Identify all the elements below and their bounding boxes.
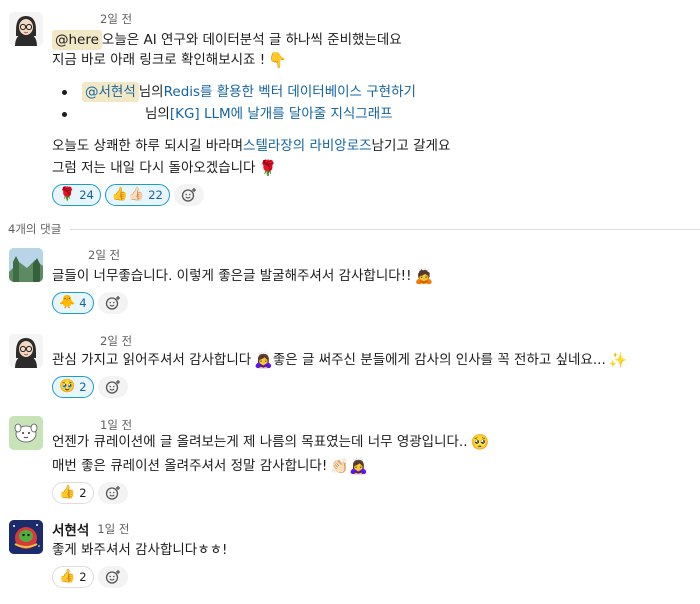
- reaction-count: 22: [148, 188, 163, 202]
- message-text: 글들이 너무좋습니다. 이렇게 좋은글 발굴해주셔서 감사합니다!!: [52, 268, 412, 284]
- rose-emoji: 🌹: [59, 187, 76, 202]
- add-reaction-icon: [105, 486, 120, 500]
- bullet-dot: [62, 112, 67, 117]
- message-text: 좋은 글 써주신 분들에게 감사의 인사를 꼭 전하고 싶네요...: [272, 352, 606, 368]
- reaction-bar: 👍 2: [52, 482, 128, 504]
- thumbs-up-emoji: 👍: [59, 485, 76, 500]
- bowing-woman-emoji: 🙇‍♀️: [254, 351, 273, 369]
- message-line: 매번 좋은 큐레이션 올려주셔서 정말 감사합니다! 👏🏻🙇‍♀️: [52, 456, 368, 476]
- message-meta: 2일 전: [52, 332, 132, 350]
- message-text: 님의: [138, 84, 164, 100]
- thread-view: 2일 전 @here 오늘은 AI 연구와 데이터분석 글 하나씩 준비했는데요…: [0, 0, 700, 604]
- reaction-bar: 🐥 4: [52, 292, 128, 314]
- avatar-space-character-icon: [9, 520, 43, 554]
- message-text: 님의: [145, 106, 170, 122]
- bullet-item: 님의 [KG] LLM에 날개를 달아줄 지식그래프: [145, 104, 393, 124]
- reaction-count: 4: [79, 296, 87, 310]
- reaction-bar: 🌹 24 👍👍🏻 22: [52, 184, 204, 206]
- article-link[interactable]: Redis를 활용한 벡터 데이터베이스 구현하기: [164, 82, 416, 102]
- bowing-emoji: 🙇: [414, 267, 434, 285]
- reaction-holding-tears[interactable]: 🥹 2: [52, 376, 94, 398]
- sparkles-emoji: ✨: [608, 351, 628, 369]
- replies-count-label: 4개의 댓글: [8, 222, 62, 236]
- add-reaction-button[interactable]: [173, 184, 204, 206]
- author-name[interactable]: 서현석: [52, 519, 89, 539]
- rose-emoji: 🌹: [258, 159, 278, 177]
- message-line: @here 오늘은 AI 연구와 데이터분석 글 하나씩 준비했는데요: [52, 30, 402, 50]
- add-reaction-icon: [105, 296, 120, 310]
- bullet-dot: [62, 90, 67, 95]
- avatar-cartoon-character-icon: [9, 416, 43, 450]
- reaction-count: 24: [79, 188, 94, 202]
- reaction-count: 2: [79, 380, 87, 394]
- message-text: 관심 가지고 읽어주셔서 감사합니다: [52, 352, 252, 368]
- avatar[interactable]: [9, 12, 43, 46]
- message-text: 지금 바로 아래 링크로 확인해보시죠 !: [52, 52, 266, 68]
- avatar-landscape-icon: [9, 248, 43, 282]
- user-mention[interactable]: @서현석: [82, 82, 139, 102]
- message-line: 언젠가 큐레이션에 글 올려보는게 제 나름의 목표였는데 너무 영광입니다..…: [52, 432, 489, 452]
- message-text: 좋게 봐주셔서 감사합니다ㅎㅎ!: [52, 542, 228, 558]
- pointing-down-emoji: 👇: [268, 51, 287, 69]
- avatar[interactable]: [9, 520, 43, 554]
- thumbs-up-emoji: 👍👍🏻: [111, 187, 145, 202]
- message-text: 그럼 저는 내일 다시 돌아오겠습니다: [52, 160, 256, 176]
- bullet-item: @서현석 님의 Redis를 활용한 벡터 데이터베이스 구현하기: [82, 82, 416, 102]
- reaction-count: 2: [79, 570, 87, 584]
- replies-divider: [70, 229, 700, 230]
- holding-back-tears-emoji: 🥹: [59, 379, 76, 394]
- timestamp[interactable]: 2일 전: [88, 247, 120, 263]
- reaction-thumbsup[interactable]: 👍 2: [52, 482, 94, 504]
- timestamp[interactable]: 1일 전: [97, 521, 129, 537]
- add-reaction-button[interactable]: [97, 376, 128, 398]
- thumbs-up-emoji: 👍: [59, 569, 76, 584]
- message-text: 오늘은 AI 연구와 데이터분석 글 하나씩 준비했는데요: [101, 32, 402, 48]
- message-meta: 2일 전: [52, 10, 132, 28]
- avatar-woman-glasses-icon: [9, 12, 43, 46]
- reaction-thumbsup[interactable]: 👍 2: [52, 566, 94, 588]
- add-reaction-button[interactable]: [97, 566, 128, 588]
- timestamp[interactable]: 1일 전: [100, 417, 132, 433]
- reaction-bar: 🥹 2: [52, 376, 128, 398]
- avatar[interactable]: [9, 248, 43, 282]
- add-reaction-button[interactable]: [97, 482, 128, 504]
- avatar[interactable]: [9, 334, 43, 368]
- reaction-chick[interactable]: 🐥 4: [52, 292, 94, 314]
- message-meta: 서현석 1일 전: [52, 519, 129, 539]
- message-meta: 2일 전: [52, 246, 120, 264]
- here-mention[interactable]: @here: [52, 30, 102, 50]
- timestamp[interactable]: 2일 전: [100, 11, 132, 27]
- reaction-rose[interactable]: 🌹 24: [52, 184, 101, 206]
- message-line: 좋게 봐주셔서 감사합니다ㅎㅎ!: [52, 540, 227, 560]
- avatar-woman-glasses-icon: [9, 334, 43, 368]
- reaction-count: 2: [79, 486, 87, 500]
- music-link[interactable]: 스텔라장의 라비앙로즈: [243, 136, 372, 156]
- add-reaction-button[interactable]: [97, 292, 128, 314]
- article-link[interactable]: [KG] LLM에 날개를 달아줄 지식그래프: [170, 104, 393, 124]
- timestamp[interactable]: 2일 전: [100, 333, 132, 349]
- message-text: 오늘도 상쾌한 하루 되시길 바라며: [52, 138, 244, 154]
- add-reaction-icon: [181, 188, 196, 202]
- pleading-face-emoji: 🥺: [470, 433, 490, 451]
- reaction-thumbsup[interactable]: 👍👍🏻 22: [104, 184, 170, 206]
- reaction-bar: 👍 2: [52, 566, 128, 588]
- message-line: 오늘도 상쾌한 하루 되시길 바라며 스텔라장의 라비앙로즈 남기고 갈게요: [52, 136, 450, 156]
- message-text: 매번 좋은 큐레이션 올려주셔서 정말 감사합니다!: [52, 458, 328, 474]
- message-text: 남기고 갈게요: [371, 138, 451, 154]
- message-line: 지금 바로 아래 링크로 확인해보시죠 ! 👇: [52, 50, 287, 70]
- message-line: 그럼 저는 내일 다시 돌아오겠습니다 🌹: [52, 158, 277, 178]
- add-reaction-icon: [105, 570, 120, 584]
- add-reaction-icon: [105, 380, 120, 394]
- message-line: 관심 가지고 읽어주셔서 감사합니다 🙇‍♀️ 좋은 글 써주신 분들에게 감사…: [52, 350, 627, 370]
- chick-emoji: 🐥: [59, 295, 76, 310]
- clapping-bowing-emoji: 👏🏻🙇‍♀️: [330, 457, 368, 475]
- avatar[interactable]: [9, 416, 43, 450]
- message-line: 글들이 너무좋습니다. 이렇게 좋은글 발굴해주셔서 감사합니다!! 🙇: [52, 266, 433, 286]
- message-text: 언젠가 큐레이션에 글 올려보는게 제 나름의 목표였는데 너무 영광입니다..: [52, 434, 468, 450]
